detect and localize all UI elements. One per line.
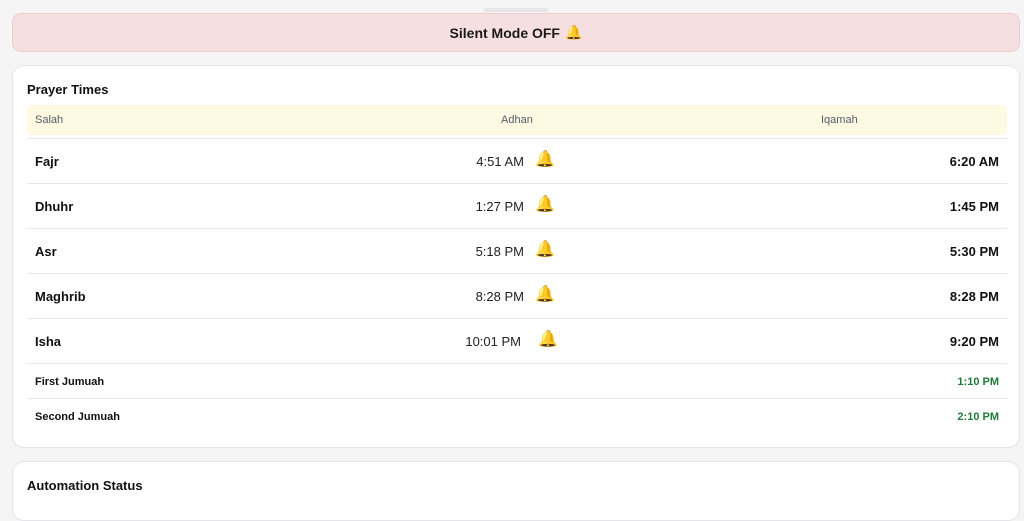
table-row-second-jumuah: Second Jumuah 2:10 PM (27, 398, 1007, 433)
adhan-time: 1:27 PM (475, 199, 524, 214)
iqamah-time: 8:28 PM (949, 289, 999, 304)
iqamah-time: 5:30 PM (949, 244, 999, 259)
header-adhan: Adhan (501, 114, 533, 126)
bell-icon[interactable]: 🔔 (535, 196, 555, 214)
table-header: Salah Adhan Iqamah (27, 105, 1007, 135)
header-salah: Salah (35, 114, 64, 126)
bell-icon[interactable]: 🔔 (538, 331, 558, 349)
salah-name: Dhuhr (35, 199, 74, 214)
table-row-asr: Asr 5:18 PM 🔔 5:30 PM (27, 228, 1007, 273)
adhan-time: 4:51 AM (476, 154, 524, 169)
drag-handle[interactable] (484, 8, 548, 12)
iqamah-time: 6:20 AM (949, 154, 999, 169)
table-row-fajr: Fajr 4:51 AM 🔔 6:20 AM (27, 138, 1007, 183)
salah-name: Isha (35, 334, 62, 349)
iqamah-time: 1:45 PM (949, 199, 999, 214)
automation-status-title: Automation Status (27, 478, 143, 493)
jumuah-name: Second Jumuah (35, 411, 120, 423)
table-row-first-jumuah: First Jumuah 1:10 PM (27, 363, 1007, 398)
bell-icon[interactable]: 🔔 (535, 241, 555, 259)
table-row-maghrib: Maghrib 8:28 PM 🔔 8:28 PM (27, 273, 1007, 318)
adhan-time: 5:18 PM (475, 244, 524, 259)
salah-name: Maghrib (35, 289, 86, 304)
salah-name: Fajr (35, 154, 59, 169)
prayer-times-card: Prayer Times Salah Adhan Iqamah Fajr 4:5… (12, 65, 1020, 448)
jumuah-name: First Jumuah (35, 376, 105, 388)
prayer-table-body: Fajr 4:51 AM 🔔 6:20 AM Dhuhr 1:27 PM 🔔 1… (27, 138, 1007, 433)
bell-icon[interactable]: 🔔 (535, 151, 555, 169)
jumuah-time: 2:10 PM (957, 411, 999, 423)
table-row-isha: Isha 10:01 PM 🔔 9:20 PM (27, 318, 1007, 363)
adhan-time: 8:28 PM (475, 289, 524, 304)
prayer-times-title: Prayer Times (27, 82, 109, 97)
bell-icon[interactable]: 🔔 (535, 286, 555, 304)
salah-name: Asr (35, 244, 57, 259)
header-iqamah: Iqamah (821, 114, 858, 126)
automation-status-card: Automation Status (12, 461, 1020, 521)
silent-mode-text: Silent Mode OFF (449, 24, 560, 41)
table-row-dhuhr: Dhuhr 1:27 PM 🔔 1:45 PM (27, 183, 1007, 228)
iqamah-time: 9:20 PM (949, 334, 999, 349)
jumuah-time: 1:10 PM (957, 376, 999, 388)
silent-mode-banner[interactable]: Silent Mode OFF 🔔 (12, 13, 1020, 52)
adhan-time: 10:01 PM (465, 334, 521, 349)
bell-icon: 🔔 (565, 24, 583, 40)
